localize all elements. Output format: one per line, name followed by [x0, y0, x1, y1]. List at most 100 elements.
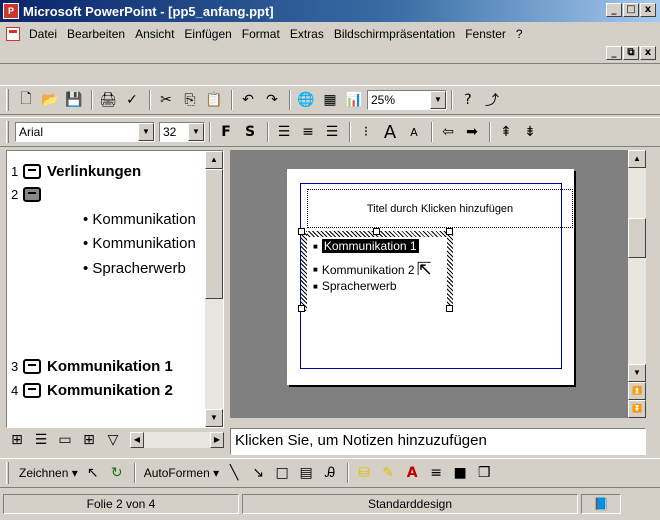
outline-slide-2[interactable]: 2	[11, 187, 47, 202]
previous-slide-icon[interactable]: ⏫	[628, 382, 646, 400]
grow-font-icon[interactable]: A	[379, 121, 401, 143]
open-icon[interactable]: 📂	[39, 89, 61, 111]
scroll-up-icon[interactable]: ▲	[205, 151, 223, 169]
slide-scrollbar[interactable]: ▲ ▼ ⏫ ⏬	[628, 150, 646, 418]
scroll-thumb[interactable]	[205, 169, 223, 299]
align-left-icon[interactable]: ☰	[273, 121, 295, 143]
menu-bildschirmpraesentation[interactable]: Bildschirmpräsentation	[329, 25, 460, 43]
3d-icon[interactable]: ❒	[473, 462, 495, 484]
outline-view-icon[interactable]: ☰	[30, 429, 52, 451]
menu-bearbeiten[interactable]: Bearbeiten	[62, 25, 130, 43]
notes-pane[interactable]: Klicken Sie, um Notizen hinzuzufügen	[230, 428, 646, 455]
font-select[interactable]: Arial ▼	[15, 122, 155, 142]
copy-icon[interactable]: ⎘	[179, 89, 201, 111]
slide-sorter-icon[interactable]: ⊞	[78, 429, 100, 451]
outline-slide-3[interactable]: 3 Kommunikation 1	[11, 358, 173, 375]
shadow-button[interactable]: S	[239, 121, 261, 143]
body-textbox[interactable]: ■ Kommunikation 1 ■ Kommunikation 2 ⇱ ■ …	[298, 228, 453, 312]
normal-view-icon[interactable]: ⊞	[6, 429, 28, 451]
resize-handle[interactable]	[298, 228, 305, 235]
menu-format[interactable]: Format	[237, 25, 285, 43]
outline-slide-1[interactable]: 1 Verlinkungen	[11, 163, 141, 180]
bullets-icon[interactable]: ⁝	[355, 121, 377, 143]
font-color-icon[interactable]: A	[401, 462, 423, 484]
minimize-button[interactable]: _	[606, 3, 622, 17]
line-style-icon[interactable]: ≡	[425, 462, 447, 484]
doc-close-button[interactable]: x	[640, 46, 656, 60]
outline-bullet[interactable]: • Kommunikation	[83, 235, 196, 252]
slide-canvas[interactable]: Titel durch Klicken hinzufügen ■ Kommuni…	[287, 169, 574, 385]
chevron-down-icon[interactable]: ▼	[188, 123, 204, 141]
toolbar-grip[interactable]	[6, 462, 9, 484]
wordart-icon[interactable]: Ꭿ	[319, 462, 341, 484]
outline-bullet[interactable]: • Kommunikation	[83, 211, 196, 228]
slide-area[interactable]: Titel durch Klicken hinzufügen ■ Kommuni…	[230, 150, 646, 418]
slide-text-line[interactable]: ■ Spracherwerb	[313, 279, 397, 293]
menu-help[interactable]: ?	[511, 25, 528, 43]
move-down-icon[interactable]: ⇟	[519, 121, 541, 143]
toolbar-grip[interactable]	[6, 89, 9, 111]
doc-restore-button[interactable]: ⧉	[623, 46, 639, 60]
slide-view-icon[interactable]: ▭	[54, 429, 76, 451]
scroll-down-icon[interactable]: ▼	[628, 364, 646, 382]
undo-icon[interactable]: ↶	[237, 89, 259, 111]
chart-icon[interactable]: 📊	[343, 89, 365, 111]
menu-datei[interactable]: Datei	[24, 25, 62, 43]
shadow-icon[interactable]: ■	[449, 462, 471, 484]
cut-icon[interactable]: ✂	[155, 89, 177, 111]
demote-icon[interactable]: ➡	[461, 121, 483, 143]
promote-icon[interactable]: ⇦	[437, 121, 459, 143]
line-color-icon[interactable]: ✎	[377, 462, 399, 484]
move-up-icon[interactable]: ⇞	[495, 121, 517, 143]
fill-color-icon[interactable]: ⛁	[353, 462, 375, 484]
chevron-down-icon[interactable]: ▼	[138, 123, 154, 141]
size-select[interactable]: 32 ▼	[159, 122, 205, 142]
scroll-right-icon[interactable]: ▶	[210, 432, 224, 448]
chevron-down-icon[interactable]: ▼	[430, 91, 446, 109]
toolbar-grip[interactable]	[6, 121, 9, 143]
selected-text[interactable]: Kommunikation 1	[321, 239, 419, 253]
line-icon[interactable]: ╲	[223, 462, 245, 484]
rotate-icon[interactable]: ↻	[106, 462, 128, 484]
document-icon[interactable]	[6, 27, 20, 41]
scroll-down-icon[interactable]: ▼	[205, 409, 223, 427]
outline-hscrollbar[interactable]: ◀ ▶	[130, 432, 224, 448]
resize-handle[interactable]	[373, 228, 380, 235]
spellcheck-icon[interactable]: ✓	[121, 89, 143, 111]
maximize-button[interactable]: □	[623, 3, 639, 17]
slideshow-icon[interactable]: ▽	[102, 429, 124, 451]
align-right-icon[interactable]: ☰	[321, 121, 343, 143]
align-center-icon[interactable]: ≡	[297, 121, 319, 143]
menu-extras[interactable]: Extras	[285, 25, 329, 43]
rectangle-icon[interactable]: □	[271, 462, 293, 484]
resize-handle[interactable]	[446, 228, 453, 235]
paste-icon[interactable]: 📋	[203, 89, 225, 111]
resize-handle[interactable]	[298, 305, 305, 312]
select-objects-icon[interactable]: ↖	[82, 462, 104, 484]
arrow-icon[interactable]: ↘	[247, 462, 269, 484]
powerpoint-app-icon[interactable]: P	[3, 3, 19, 19]
resize-handle[interactable]	[446, 305, 453, 312]
autoshapes-menu-button[interactable]: AutoFormen ▾	[140, 464, 223, 482]
menu-einfuegen[interactable]: Einfügen	[179, 25, 236, 43]
hyperlink-icon[interactable]: 🌐	[295, 89, 317, 111]
title-placeholder[interactable]: Titel durch Klicken hinzufügen	[307, 189, 573, 228]
shrink-font-icon[interactable]: A	[403, 121, 425, 143]
slide-text-line[interactable]: ■ Kommunikation 1	[313, 239, 419, 253]
menu-ansicht[interactable]: Ansicht	[130, 25, 179, 43]
redo-icon[interactable]: ↷	[261, 89, 283, 111]
pdf-icon[interactable]: ⤴	[481, 89, 503, 111]
doc-minimize-button[interactable]: _	[606, 46, 622, 60]
menu-fenster[interactable]: Fenster	[460, 25, 511, 43]
help-icon[interactable]: ?	[457, 89, 479, 111]
outline-pane[interactable]: 1 Verlinkungen 2 • Kommunikation • Kommu…	[6, 150, 224, 428]
table-icon[interactable]: ▦	[319, 89, 341, 111]
scroll-up-icon[interactable]: ▲	[628, 150, 646, 168]
next-slide-icon[interactable]: ⏬	[628, 400, 646, 418]
save-icon[interactable]: 💾	[63, 89, 85, 111]
zoom-select[interactable]: 25% ▼	[367, 90, 447, 110]
new-icon[interactable]: 🗋	[15, 89, 37, 111]
slide-text-line[interactable]: ■ Kommunikation 2 ⇱	[313, 259, 432, 280]
outline-bullet[interactable]: • Spracherwerb	[83, 260, 186, 277]
bold-button[interactable]: F	[215, 121, 237, 143]
